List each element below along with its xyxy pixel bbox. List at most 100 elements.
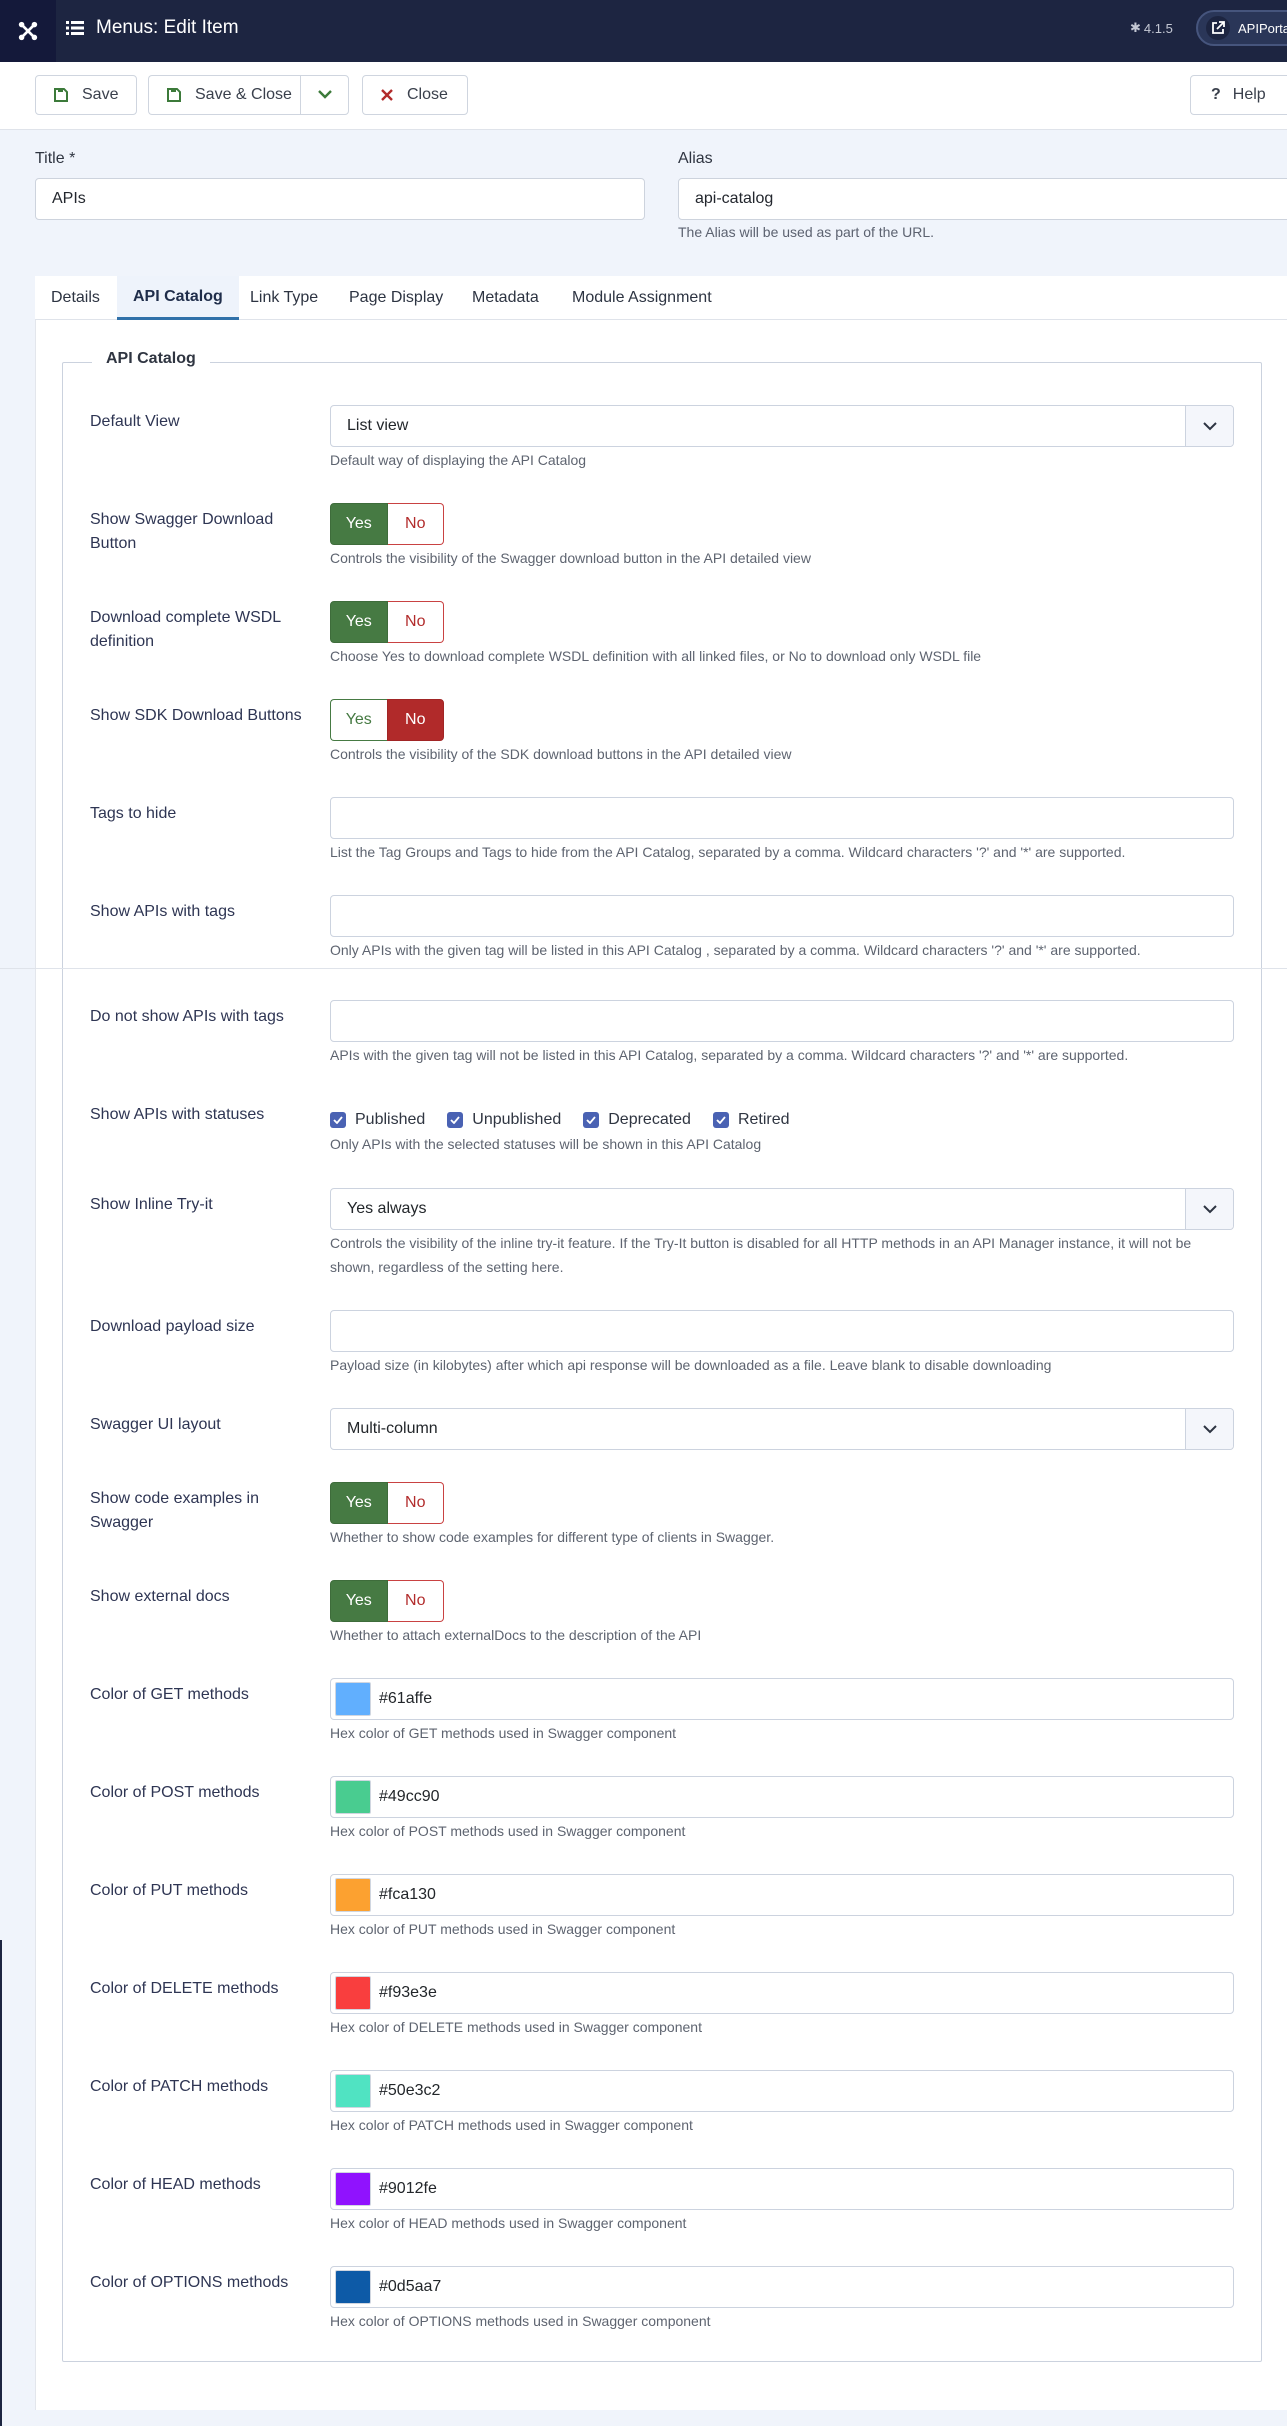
save-icon (54, 88, 68, 102)
status-unpublished-checkbox[interactable]: Unpublished (447, 1111, 561, 1129)
divider (0, 968, 1287, 969)
external-link-icon (1206, 16, 1230, 40)
swagger-layout-select[interactable]: Multi-column (330, 1408, 1234, 1450)
tags-show-input[interactable] (330, 895, 1234, 937)
alias-hint: The Alias will be used as part of the UR… (678, 224, 935, 240)
color-swatch[interactable] (335, 2172, 371, 2206)
check-icon (712, 1112, 729, 1128)
close-icon (381, 89, 393, 101)
default-view-label: Default View (90, 413, 180, 430)
tags-hide-label: Tags to hide (90, 805, 177, 822)
statuses-checkboxes: Published Unpublished Deprecated Retired (330, 1107, 790, 1133)
color-swatch[interactable] (335, 1976, 371, 2010)
alias-field[interactable]: api-catalog (678, 178, 1287, 220)
color-post-desc: Hex color of POST methods used in Swagge… (330, 1823, 686, 1839)
color-swatch[interactable] (335, 2074, 371, 2108)
tab-module-assignment[interactable]: Module Assignment (556, 276, 728, 320)
color-delete-input[interactable]: #f93e3e (330, 1972, 1234, 2014)
wsdl-desc: Choose Yes to download complete WSDL def… (330, 648, 982, 664)
color-delete-desc: Hex color of DELETE methods used in Swag… (330, 2019, 702, 2035)
code-examples-label: Show code examples in Swagger (90, 1490, 259, 1531)
statuses-label: Show APIs with statuses (90, 1106, 265, 1123)
tags-hide-desc: List the Tag Groups and Tags to hide fro… (330, 844, 1126, 860)
save-icon (167, 88, 181, 102)
tags-not-show-input[interactable] (330, 1000, 1234, 1042)
tab-api-catalog[interactable]: API Catalog (117, 276, 239, 320)
color-post-input[interactable]: #49cc90 (330, 1776, 1234, 1818)
payload-input[interactable] (330, 1310, 1234, 1352)
tryit-label: Show Inline Try-it (90, 1196, 213, 1213)
color-swatch[interactable] (335, 1682, 371, 1716)
save-close-button[interactable]: Save & Close (148, 75, 300, 115)
chevron-down-icon (317, 86, 332, 104)
external-docs-desc: Whether to attach externalDocs to the de… (330, 1627, 702, 1643)
color-get-label: Color of GET methods (90, 1686, 249, 1703)
default-view-select[interactable]: List view (330, 405, 1234, 447)
check-icon (583, 1112, 600, 1128)
color-delete-label: Color of DELETE methods (90, 1980, 279, 1997)
page-title: Menus: Edit Item (96, 17, 239, 38)
external-docs-switch[interactable]: Yes No (330, 1580, 444, 1622)
tab-bar: Details API Catalog Link Type Page Displ… (35, 276, 1287, 320)
close-button[interactable]: Close (362, 75, 468, 115)
tab-details[interactable]: Details (35, 276, 116, 320)
color-get-input[interactable]: #61affe (330, 1678, 1234, 1720)
color-put-desc: Hex color of PUT methods used in Swagger… (330, 1921, 676, 1937)
color-head-desc: Hex color of HEAD methods used in Swagge… (330, 2215, 687, 2231)
tryit-desc: Controls the visibility of the inline tr… (330, 1235, 1192, 1275)
save-dropdown-toggle[interactable] (300, 75, 349, 115)
status-deprecated-checkbox[interactable]: Deprecated (583, 1111, 691, 1129)
site-link-button[interactable]: APIPorta (1196, 10, 1287, 46)
tags-hide-input[interactable] (330, 797, 1234, 839)
external-docs-label: Show external docs (90, 1588, 230, 1605)
list-icon (66, 20, 84, 36)
payload-label: Download payload size (90, 1318, 255, 1335)
color-swatch[interactable] (335, 1878, 371, 1912)
wsdl-switch[interactable]: Yes No (330, 601, 444, 643)
swagger-download-desc: Controls the visibility of the Swagger d… (330, 550, 811, 566)
status-retired-checkbox[interactable]: Retired (712, 1111, 790, 1129)
status-published-checkbox[interactable]: Published (330, 1111, 425, 1129)
title-field[interactable]: APIs (35, 178, 645, 220)
color-post-label: Color of POST methods (90, 1784, 260, 1801)
window-edge (0, 1940, 2, 2426)
chevron-down-icon (1185, 1409, 1233, 1449)
sdk-switch[interactable]: Yes No (330, 699, 444, 741)
tab-page-display[interactable]: Page Display (333, 276, 459, 320)
color-patch-input[interactable]: #50e3c2 (330, 2070, 1234, 2112)
help-button[interactable]: ? Help (1190, 75, 1287, 115)
top-header: Menus: Edit Item ✱ 4.1.5 APIPorta (0, 0, 1287, 62)
alias-label: Alias (678, 150, 713, 167)
color-swatch[interactable] (335, 2270, 371, 2304)
title-label: Title * (35, 150, 76, 167)
color-patch-desc: Hex color of PATCH methods used in Swagg… (330, 2117, 693, 2133)
color-get-desc: Hex color of GET methods used in Swagger… (330, 1725, 677, 1741)
check-icon (330, 1112, 346, 1128)
color-put-input[interactable]: #fca130 (330, 1874, 1234, 1916)
color-patch-label: Color of PATCH methods (90, 2078, 269, 2095)
code-examples-switch[interactable]: Yes No (330, 1482, 444, 1524)
version-indicator: ✱ 4.1.5 (1130, 20, 1173, 36)
tryit-select[interactable]: Yes always (330, 1188, 1234, 1230)
code-examples-desc: Whether to show code examples for differ… (330, 1529, 775, 1545)
color-head-input[interactable]: #9012fe (330, 2168, 1234, 2210)
question-icon: ? (1211, 86, 1221, 103)
tab-metadata[interactable]: Metadata (456, 276, 555, 320)
joomla-logo-icon[interactable] (0, 0, 56, 62)
default-view-desc: Default way of displaying the API Catalo… (330, 452, 587, 468)
save-button[interactable]: Save (35, 75, 137, 115)
payload-desc: Payload size (in kilobytes) after which … (330, 1357, 1052, 1373)
sdk-label: Show SDK Download Buttons (90, 707, 302, 724)
toolbar: Save Save & Close Close ? Help (0, 62, 1287, 130)
tags-show-label: Show APIs with tags (90, 903, 235, 920)
color-swatch[interactable] (335, 1780, 371, 1814)
color-options-input[interactable]: #0d5aa7 (330, 2266, 1234, 2308)
wsdl-label: Download complete WSDL definition (90, 609, 281, 650)
swagger-download-switch[interactable]: Yes No (330, 503, 444, 545)
check-icon (447, 1112, 464, 1128)
tab-link-type[interactable]: Link Type (234, 276, 334, 320)
tags-not-show-label: Do not show APIs with tags (90, 1008, 284, 1025)
color-options-desc: Hex color of OPTIONS methods used in Swa… (330, 2313, 711, 2329)
chevron-down-icon (1185, 406, 1233, 446)
sdk-desc: Controls the visibility of the SDK downl… (330, 746, 792, 762)
